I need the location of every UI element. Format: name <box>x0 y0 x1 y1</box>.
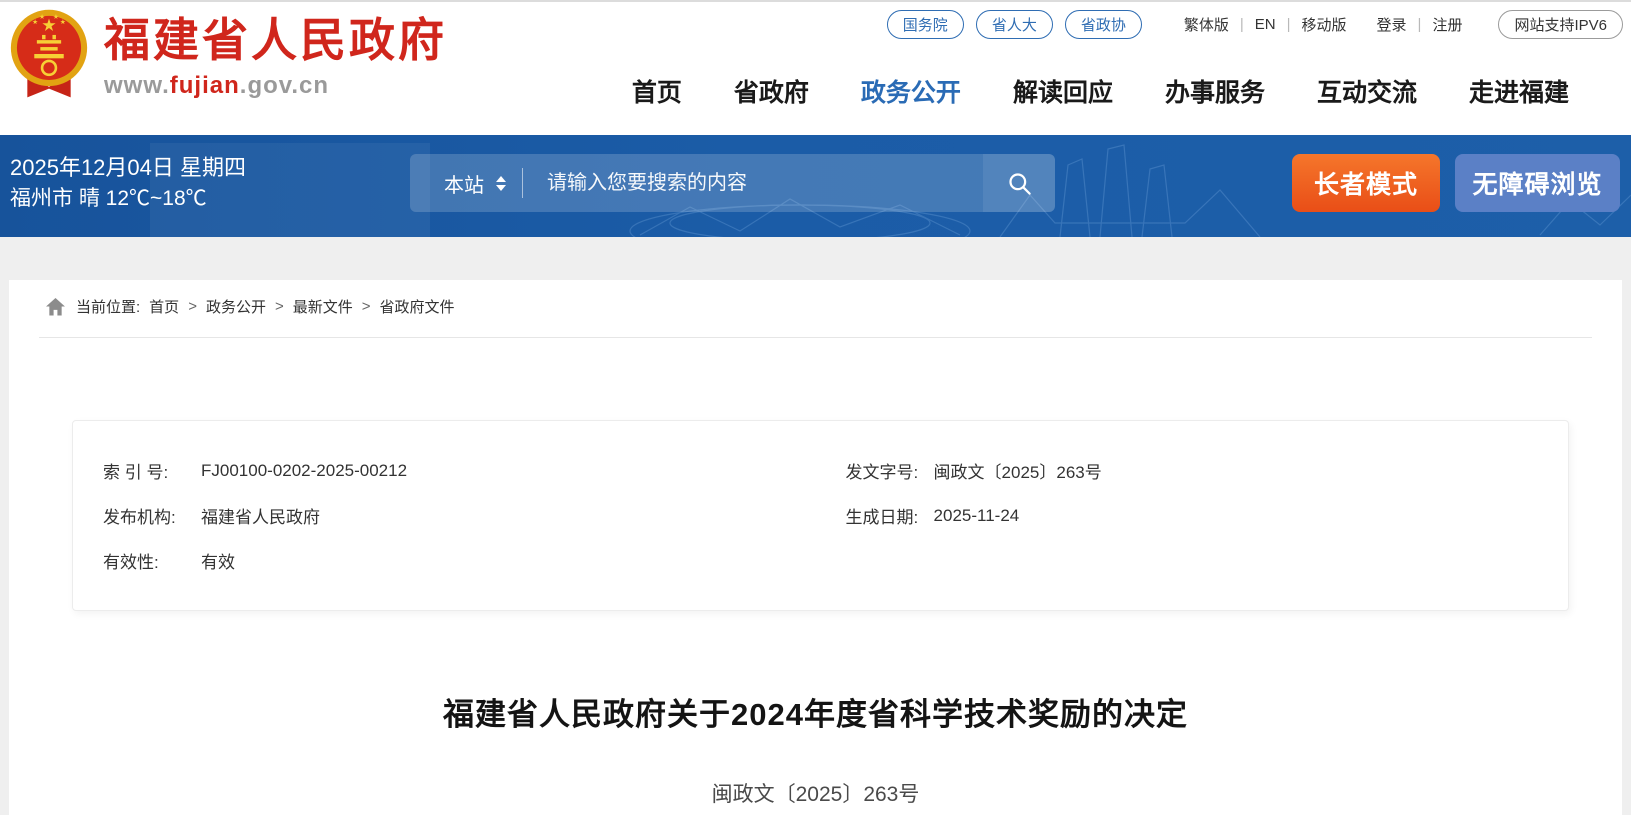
language-links: 繁体版 | EN | 移动版 <box>1184 14 1347 35</box>
national-emblem-icon <box>10 8 88 105</box>
weather-info: 福州市 晴 12℃~18℃ <box>10 185 246 213</box>
index-label: 索 引 号: <box>103 458 201 483</box>
main-nav: 首页 省政府 政务公开 解读回应 办事服务 互动交流 走进福建 <box>632 73 1569 109</box>
nav-about-fujian[interactable]: 走进福建 <box>1469 73 1569 109</box>
issuer-label: 发布机构: <box>103 503 201 528</box>
gendate-value: 2025-11-24 <box>934 506 1020 526</box>
quick-links: 国务院 省人大 省政协 繁体版 | EN | 移动版 登录 | 注册 网站支持I… <box>887 10 1623 39</box>
nav-interpretation[interactable]: 解读回应 <box>1013 73 1113 109</box>
home-icon <box>46 298 65 316</box>
search-bar: 本站 <box>410 154 1055 212</box>
nav-provincial-government[interactable]: 省政府 <box>734 73 809 109</box>
site-url: www.fujian.gov.cn <box>104 72 447 100</box>
breadcrumb-prefix: 当前位置: <box>76 296 140 317</box>
site-title: 福建省人民政府 <box>104 14 447 66</box>
breadcrumb-latest-documents[interactable]: 最新文件 <box>293 296 353 317</box>
current-date: 2025年12月04日 星期四 <box>10 153 246 182</box>
register-link[interactable]: 注册 <box>1432 14 1462 35</box>
link-provincial-congress[interactable]: 省人大 <box>976 10 1053 39</box>
search-icon <box>1006 170 1033 197</box>
issuer-value: 福建省人民政府 <box>201 503 320 528</box>
link-english[interactable]: EN <box>1255 16 1276 33</box>
breadcrumb-home[interactable]: 首页 <box>149 296 179 317</box>
breadcrumb-current: 省政府文件 <box>380 296 455 317</box>
nav-home[interactable]: 首页 <box>632 73 682 109</box>
accessibility-button[interactable]: 无障碍浏览 <box>1455 154 1620 212</box>
gray-strip <box>0 237 1631 280</box>
auth-links: 登录 | 注册 <box>1377 14 1463 35</box>
doc-info-box: 索 引 号: FJ00100-0202-2025-00212 发文字号: 闽政文… <box>72 420 1569 611</box>
doc-info-empty-cell <box>806 538 1568 583</box>
breadcrumb: 当前位置: 首页 > 政务公开 > 最新文件 > 省政府文件 <box>9 280 1622 317</box>
search-scope-value: 本站 <box>444 169 484 198</box>
article-doc-number: 闽政文〔2025〕263号 <box>9 778 1622 808</box>
content-card: 当前位置: 首页 > 政务公开 > 最新文件 > 省政府文件 索 引 号: FJ… <box>9 280 1622 815</box>
link-provincial-cppcc[interactable]: 省政协 <box>1065 10 1142 39</box>
docnum-value: 闽政文〔2025〕263号 <box>934 458 1102 483</box>
ipv6-badge[interactable]: 网站支持IPV6 <box>1498 10 1623 39</box>
link-traditional-chinese[interactable]: 繁体版 <box>1184 14 1229 35</box>
gendate-label: 生成日期: <box>846 503 934 528</box>
search-input[interactable] <box>523 154 983 212</box>
nav-government-disclosure[interactable]: 政务公开 <box>861 73 961 109</box>
site-logo[interactable]: 福建省人民政府 www.fujian.gov.cn <box>10 8 447 105</box>
elder-mode-button[interactable]: 长者模式 <box>1292 154 1440 212</box>
nav-services[interactable]: 办事服务 <box>1165 73 1265 109</box>
link-mobile-version[interactable]: 移动版 <box>1302 14 1347 35</box>
search-scope-select[interactable]: 本站 <box>444 169 506 198</box>
validity-label: 有效性: <box>103 548 201 573</box>
site-header: 福建省人民政府 www.fujian.gov.cn 国务院 省人大 省政协 繁体… <box>0 0 1631 135</box>
search-button[interactable] <box>983 154 1055 212</box>
doc-info-index: 索 引 号: FJ00100-0202-2025-00212 <box>73 448 806 493</box>
index-value: FJ00100-0202-2025-00212 <box>201 461 407 481</box>
breadcrumb-divider <box>39 337 1592 338</box>
page: 福建省人民政府 www.fujian.gov.cn 国务院 省人大 省政协 繁体… <box>0 0 1631 815</box>
select-arrows-icon <box>496 176 506 191</box>
doc-info-issuer: 发布机构: 福建省人民政府 <box>73 493 806 538</box>
login-link[interactable]: 登录 <box>1377 14 1407 35</box>
banner: 2025年12月04日 星期四 福州市 晴 12℃~18℃ 本站 长者模式 无障… <box>0 135 1631 237</box>
nav-interaction[interactable]: 互动交流 <box>1317 73 1417 109</box>
article-title: 福建省人民政府关于2024年度省科学技术奖励的决定 <box>9 689 1622 734</box>
datetime-block: 2025年12月04日 星期四 福州市 晴 12℃~18℃ <box>10 153 246 213</box>
doc-info-generation-date: 生成日期: 2025-11-24 <box>806 493 1568 538</box>
docnum-label: 发文字号: <box>846 458 934 483</box>
doc-info-docnum: 发文字号: 闽政文〔2025〕263号 <box>806 448 1568 493</box>
validity-value: 有效 <box>201 548 235 573</box>
doc-info-validity: 有效性: 有效 <box>73 538 806 583</box>
link-state-council[interactable]: 国务院 <box>887 10 964 39</box>
breadcrumb-gov-disclosure[interactable]: 政务公开 <box>206 296 266 317</box>
